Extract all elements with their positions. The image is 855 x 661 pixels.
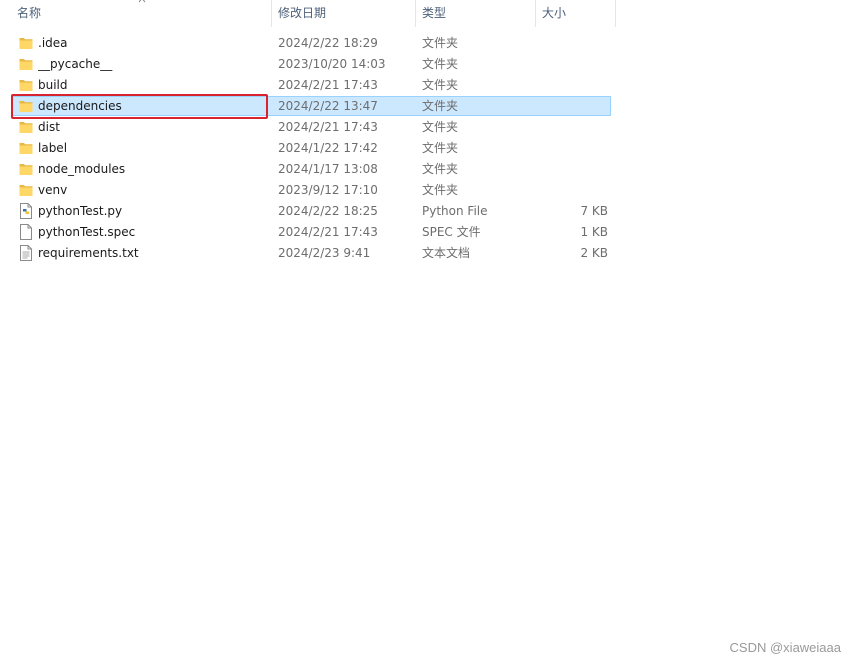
file-size: 1 KB	[580, 225, 608, 239]
file-row[interactable]: dist 2024/2/21 17:43 文件夹	[0, 117, 620, 138]
folder-icon	[19, 75, 33, 96]
file-row[interactable]: .idea 2024/2/22 18:29 文件夹	[0, 33, 620, 54]
file-size	[536, 117, 608, 138]
file-type: 文件夹	[422, 57, 459, 71]
file-name: requirements.txt	[38, 246, 139, 260]
file-size	[536, 180, 608, 201]
file-name: build	[38, 78, 68, 92]
file-name: pythonTest.spec	[38, 225, 136, 239]
file-row[interactable]: requirements.txt 2024/2/23 9:41 文本文档 2 KB	[0, 243, 620, 264]
watermark: CSDN @xiaweiaaa	[729, 640, 841, 655]
file-type: 文件夹	[422, 141, 459, 155]
file-type: 文件夹	[422, 120, 459, 134]
file-explorer: 名称 修改日期 类型 大小 .idea 2024/2/22 18:29 文件夹 __p…	[0, 0, 855, 661]
file-row[interactable]: venv 2023/9/12 17:10 文件夹	[0, 180, 620, 201]
folder-icon	[19, 33, 33, 54]
blank-file-icon	[19, 222, 33, 243]
file-size	[536, 75, 608, 96]
file-date-modified: 2024/2/22 13:47	[278, 99, 378, 113]
file-date-modified: 2024/2/21 17:43	[278, 120, 378, 134]
file-size	[536, 96, 608, 117]
file-name: dist	[38, 120, 60, 134]
file-type: 文件夹	[422, 36, 459, 50]
file-row[interactable]: dependencies 2024/2/22 13:47 文件夹	[0, 96, 620, 117]
file-size: 2 KB	[580, 246, 608, 260]
file-name: node_modules	[38, 162, 126, 176]
text-file-icon	[19, 243, 33, 264]
file-type: 文本文档	[422, 246, 471, 260]
file-name: .idea	[38, 36, 68, 50]
file-date-modified: 2023/9/12 17:10	[278, 183, 378, 197]
file-type: 文件夹	[422, 78, 459, 92]
python-file-icon	[19, 201, 33, 222]
file-name: venv	[38, 183, 68, 197]
file-name: pythonTest.py	[38, 204, 123, 218]
file-name: __pycache__	[38, 57, 113, 71]
file-name: label	[38, 141, 68, 155]
column-header-type[interactable]: 类型	[415, 0, 535, 27]
file-date-modified: 2024/2/21 17:43	[278, 78, 378, 92]
file-size	[536, 54, 608, 75]
file-date-modified: 2024/2/23 9:41	[278, 246, 371, 260]
file-size	[536, 33, 608, 54]
file-type: Python File	[422, 204, 488, 218]
file-size	[536, 138, 608, 159]
file-date-modified: 2024/2/22 18:25	[278, 204, 378, 218]
file-row[interactable]: label 2024/1/22 17:42 文件夹	[0, 138, 620, 159]
file-date-modified: 2024/1/17 13:08	[278, 162, 378, 176]
file-date-modified: 2023/10/20 14:03	[278, 57, 386, 71]
file-date-modified: 2024/1/22 17:42	[278, 141, 378, 155]
file-type: 文件夹	[422, 183, 459, 197]
column-header-name[interactable]: 名称	[11, 0, 271, 27]
file-size: 7 KB	[580, 204, 608, 218]
file-row[interactable]: pythonTest.py 2024/2/22 18:25 Python File 7…	[0, 201, 620, 222]
file-type: 文件夹	[422, 99, 459, 113]
file-type: SPEC 文件	[422, 225, 481, 239]
file-size	[536, 159, 608, 180]
column-header-date-modified[interactable]: 修改日期	[271, 0, 415, 27]
folder-icon	[19, 96, 33, 117]
file-row[interactable]: node_modules 2024/1/17 13:08 文件夹	[0, 159, 620, 180]
file-date-modified: 2024/2/22 18:29	[278, 36, 378, 50]
file-row[interactable]: pythonTest.spec 2024/2/21 17:43 SPEC 文件 1 K…	[0, 222, 620, 243]
folder-icon	[19, 117, 33, 138]
file-name: dependencies	[38, 99, 122, 113]
file-row[interactable]: __pycache__ 2023/10/20 14:03 文件夹	[0, 54, 620, 75]
folder-icon	[19, 180, 33, 201]
column-header-bar: 名称 修改日期 类型 大小	[0, 0, 616, 27]
folder-icon	[19, 159, 33, 180]
folder-icon	[19, 54, 33, 75]
file-row[interactable]: build 2024/2/21 17:43 文件夹	[0, 75, 620, 96]
file-list: .idea 2024/2/22 18:29 文件夹 __pycache__ 2023/1…	[0, 33, 620, 264]
file-type: 文件夹	[422, 162, 459, 176]
folder-icon	[19, 138, 33, 159]
column-header-size[interactable]: 大小	[535, 0, 616, 27]
file-date-modified: 2024/2/21 17:43	[278, 225, 378, 239]
